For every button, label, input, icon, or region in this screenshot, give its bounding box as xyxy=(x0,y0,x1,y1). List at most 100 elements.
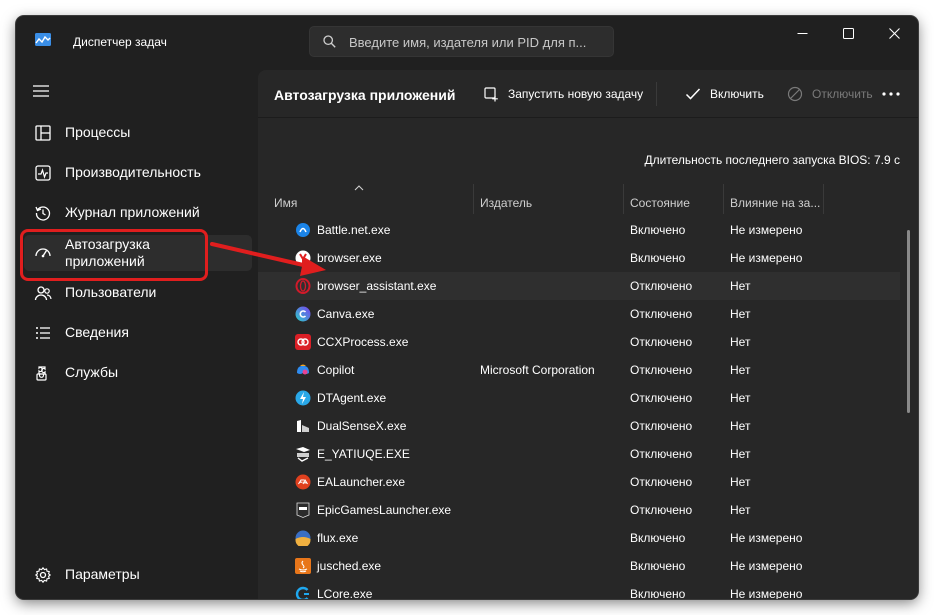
nav-label: Параметры xyxy=(65,566,140,582)
checkmark-icon xyxy=(685,88,701,100)
close-icon xyxy=(888,27,900,39)
table-row[interactable]: EALauncher.exe Отключено Нет xyxy=(258,468,900,496)
table-row[interactable]: Copilot Microsoft Corporation Отключено … xyxy=(258,356,900,384)
table-row[interactable]: LCore.exe Включено Не измерено xyxy=(258,580,900,599)
table-row[interactable]: browser_assistant.exe Отключено Нет xyxy=(258,272,900,300)
dualsensex-icon xyxy=(297,420,309,432)
app-impact: Нет xyxy=(730,391,751,405)
column-header-impact[interactable]: Влияние на за... xyxy=(730,196,820,210)
users-icon xyxy=(34,286,52,301)
nav-item-processes[interactable]: Процессы xyxy=(24,115,252,151)
app-name: jusched.exe xyxy=(317,559,382,573)
app-status: Включено xyxy=(630,223,686,237)
column-header-name[interactable]: Имя xyxy=(274,196,297,210)
column-divider[interactable] xyxy=(723,184,724,214)
services-icon xyxy=(36,366,47,381)
disable-button[interactable]: Отключить xyxy=(787,85,873,103)
flux-icon xyxy=(295,530,311,546)
search-icon xyxy=(323,35,336,48)
performance-icon xyxy=(35,165,51,181)
run-new-task-label: Запустить новую задачу xyxy=(508,87,644,101)
adobe-cc-icon xyxy=(295,334,311,350)
maximize-button[interactable] xyxy=(837,22,859,44)
opera-icon xyxy=(295,278,311,294)
yandex-browser-icon xyxy=(295,250,311,266)
table-row[interactable]: Canva.exe Отключено Нет xyxy=(258,300,900,328)
column-divider[interactable] xyxy=(623,184,624,214)
nav-label: Сведения xyxy=(65,324,129,340)
nav-item-details[interactable]: Сведения xyxy=(24,315,252,351)
app-status: Включено xyxy=(630,587,686,599)
app-status: Включено xyxy=(630,531,686,545)
app-impact: Нет xyxy=(730,419,751,433)
enable-label: Включить xyxy=(710,87,764,101)
app-status: Отключено xyxy=(630,363,693,377)
search-input[interactable] xyxy=(349,33,607,51)
table-row[interactable]: flux.exe Включено Не измерено xyxy=(258,524,900,552)
more-options-button[interactable] xyxy=(882,85,909,103)
table-row[interactable]: DTAgent.exe Отключено Нет xyxy=(258,384,900,412)
table-row[interactable]: jusched.exe Включено Не измерено xyxy=(258,552,900,580)
logitech-icon xyxy=(295,586,309,599)
column-header-status[interactable]: Состояние xyxy=(630,196,690,210)
vertical-scrollbar[interactable] xyxy=(907,230,910,413)
app-name: flux.exe xyxy=(317,531,359,545)
table-row[interactable]: Battle.net.exe Включено Не измерено xyxy=(258,216,900,244)
run-task-icon xyxy=(484,86,498,101)
app-impact: Нет xyxy=(730,447,751,461)
toolbar: Автозагрузка приложений Запустить новую … xyxy=(258,70,918,118)
table-row[interactable]: CCXProcess.exe Отключено Нет xyxy=(258,328,900,356)
column-divider[interactable] xyxy=(823,184,824,214)
app-impact: Нет xyxy=(730,307,751,321)
app-status: Включено xyxy=(630,559,686,573)
app-name: Canva.exe xyxy=(317,307,375,321)
table-row[interactable]: E_YATIUQE.EXE Отключено Нет xyxy=(258,440,900,468)
bios-duration: Длительность последнего запуска BIOS: 7.… xyxy=(644,153,900,167)
table-row[interactable]: EpicGamesLauncher.exe Отключено Нет xyxy=(258,496,900,524)
app-impact: Не измерено xyxy=(730,223,803,237)
app-title: Диспетчер задач xyxy=(73,35,167,49)
app-name: LCore.exe xyxy=(317,587,373,599)
app-status: Отключено xyxy=(630,419,693,433)
nav-label: Службы xyxy=(65,364,119,380)
nav-label: Пользователи xyxy=(65,284,157,300)
nav-label: Производительность xyxy=(65,164,201,180)
maximize-icon xyxy=(842,27,854,39)
ea-icon xyxy=(295,474,311,490)
startup-apps-panel: Автозагрузка приложений Запустить новую … xyxy=(258,70,918,599)
search-box[interactable] xyxy=(309,26,614,57)
close-button[interactable] xyxy=(883,22,905,44)
minimize-icon xyxy=(797,32,807,34)
app-impact: Не измерено xyxy=(730,531,803,545)
hamburger-menu-icon[interactable] xyxy=(33,84,49,98)
app-name: CCXProcess.exe xyxy=(317,335,409,349)
highlight-box xyxy=(20,229,208,281)
minimize-button[interactable] xyxy=(791,22,813,44)
app-name: EpicGamesLauncher.exe xyxy=(317,503,452,517)
enable-button[interactable]: Включить xyxy=(685,85,764,103)
app-impact: Не измерено xyxy=(730,587,803,599)
epson-icon xyxy=(296,447,310,462)
app-status: Отключено xyxy=(630,447,693,461)
nav-item-app-history[interactable]: Журнал приложений xyxy=(24,195,252,231)
toolbar-separator xyxy=(656,82,657,106)
app-status: Отключено xyxy=(630,279,693,293)
nav-item-settings[interactable]: Параметры xyxy=(24,557,252,593)
details-icon xyxy=(36,327,50,339)
run-new-task-button[interactable]: Запустить новую задачу xyxy=(484,85,643,103)
nav-label: Журнал приложений xyxy=(65,204,200,220)
processes-icon xyxy=(35,125,51,141)
column-divider[interactable] xyxy=(473,184,474,214)
column-header-publisher[interactable]: Издатель xyxy=(480,196,532,210)
table-row[interactable]: browser.exe Включено Не измерено xyxy=(258,244,900,272)
nav-item-performance[interactable]: Производительность xyxy=(24,155,252,191)
app-name: browser.exe xyxy=(317,251,382,265)
app-impact: Нет xyxy=(730,363,751,377)
app-impact: Не измерено xyxy=(730,559,803,573)
table-row[interactable]: DualSenseX.exe Отключено Нет xyxy=(258,412,900,440)
app-status: Отключено xyxy=(630,503,693,517)
daemon-tools-icon xyxy=(295,390,311,406)
nav-item-services[interactable]: Службы xyxy=(24,355,252,391)
disable-label: Отключить xyxy=(812,87,873,101)
battlenet-icon xyxy=(296,223,310,237)
